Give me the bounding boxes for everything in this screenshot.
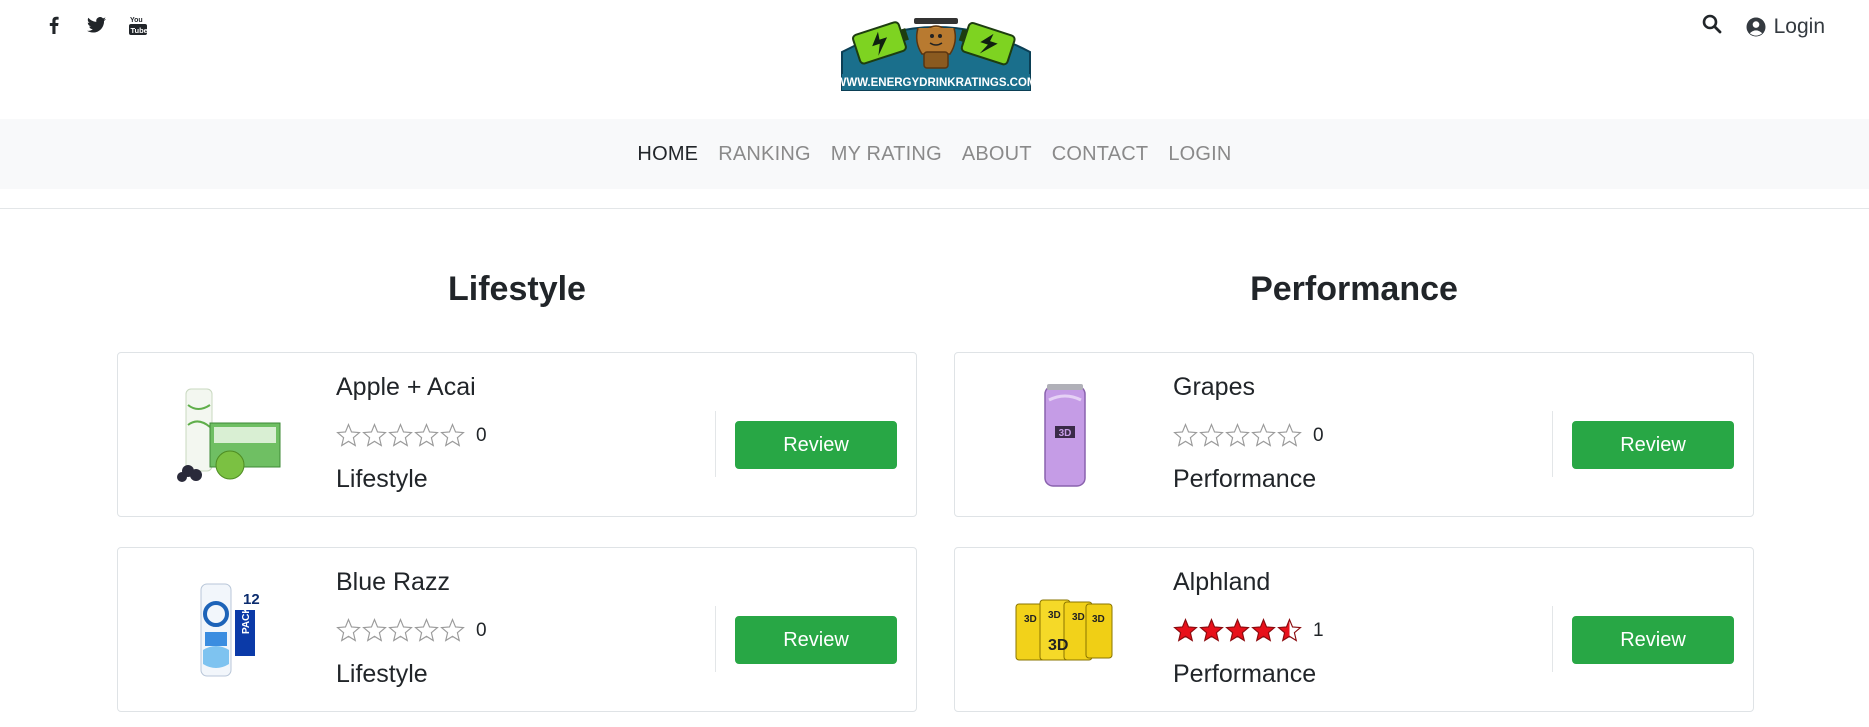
star-empty-icon[interactable] — [362, 618, 387, 643]
product-name[interactable]: Blue Razz — [336, 568, 450, 597]
card-separator — [715, 411, 716, 477]
card-separator — [1552, 411, 1553, 477]
star-empty-icon[interactable] — [362, 423, 387, 448]
product-name[interactable]: Grapes — [1173, 373, 1255, 402]
star-empty-icon[interactable] — [388, 423, 413, 448]
rating-stars[interactable]: 0 — [1173, 423, 1324, 448]
rating-stars[interactable]: 0 — [336, 423, 487, 448]
svg-text:12: 12 — [243, 591, 260, 608]
header-tools: Login — [1702, 14, 1825, 39]
product-name[interactable]: Alphland — [1173, 568, 1270, 597]
product-category: Performance — [1173, 465, 1317, 493]
column-title-performance: Performance — [1250, 270, 1458, 308]
nav-item-my-rating[interactable]: MY RATING — [831, 143, 942, 166]
star-empty-icon[interactable] — [440, 618, 465, 643]
logo-text: WWW.ENERGYDRINKRATINGS.COM — [840, 77, 1032, 89]
product-card: Apple + Acai 0 Lifestyle Review — [117, 352, 917, 517]
star-empty-icon[interactable] — [414, 618, 439, 643]
top-bar: You Tube WWW.ENERGYDRINKRATINGS.COM Logi… — [0, 0, 1869, 119]
divider — [0, 208, 1869, 209]
product-image-blue-razz[interactable]: 12 PACK — [158, 570, 298, 690]
star-empty-icon[interactable] — [440, 423, 465, 448]
product-image-grapes[interactable]: 3D — [995, 375, 1135, 495]
rating-count: 0 — [476, 424, 487, 446]
product-card: 12 PACK Blue Razz 0 Lifestyle Review — [117, 547, 917, 712]
svg-text:3D: 3D — [1072, 612, 1085, 623]
youtube-icon[interactable]: You Tube — [128, 14, 148, 36]
svg-text:PACK: PACK — [241, 606, 252, 634]
search-icon[interactable] — [1702, 14, 1722, 39]
product-name[interactable]: Apple + Acai — [336, 373, 476, 402]
product-image-alphland[interactable]: 3D 3D 3D 3D 3D — [995, 570, 1135, 690]
star-filled-icon[interactable] — [1199, 618, 1224, 643]
svg-text:3D: 3D — [1048, 610, 1061, 621]
star-filled-icon[interactable] — [1173, 618, 1198, 643]
site-logo[interactable]: WWW.ENERGYDRINKRATINGS.COM — [835, 12, 1037, 92]
rating-count: 1 — [1313, 619, 1324, 641]
star-empty-icon[interactable] — [1251, 423, 1276, 448]
rating-stars[interactable]: 0 — [336, 618, 487, 643]
svg-text:3D: 3D — [1092, 614, 1105, 625]
nav-item-contact[interactable]: CONTACT — [1052, 143, 1149, 166]
nav-item-home[interactable]: HOME — [637, 143, 698, 166]
star-empty-icon[interactable] — [1277, 423, 1302, 448]
rating-count: 0 — [476, 619, 487, 641]
review-button[interactable]: Review — [735, 421, 897, 469]
star-empty-icon[interactable] — [1199, 423, 1224, 448]
card-separator — [715, 606, 716, 672]
product-card: 3D Grapes 0 Performance Review — [954, 352, 1754, 517]
star-empty-icon[interactable] — [1225, 423, 1250, 448]
nav-item-login[interactable]: LOGIN — [1168, 143, 1231, 166]
star-filled-icon[interactable] — [1277, 618, 1302, 643]
user-icon — [1746, 17, 1766, 36]
review-button[interactable]: Review — [735, 616, 897, 664]
main-nav: HOME RANKING MY RATING ABOUT CONTACT LOGIN — [0, 119, 1869, 189]
star-empty-icon[interactable] — [336, 618, 361, 643]
svg-text:3D: 3D — [1048, 637, 1068, 654]
card-separator — [1552, 606, 1553, 672]
product-category: Lifestyle — [336, 465, 428, 493]
svg-text:3D: 3D — [1024, 614, 1037, 625]
svg-text:3D: 3D — [1059, 428, 1072, 439]
login-label: Login — [1773, 14, 1825, 38]
star-empty-icon[interactable] — [414, 423, 439, 448]
facebook-icon[interactable] — [44, 14, 64, 36]
svg-text:Tube: Tube — [131, 26, 148, 35]
product-category: Performance — [1173, 660, 1317, 688]
column-title-lifestyle: Lifestyle — [448, 270, 586, 308]
review-button[interactable]: Review — [1572, 616, 1734, 664]
product-image-apple-acai[interactable] — [158, 375, 298, 495]
rating-count: 0 — [1313, 424, 1324, 446]
nav-item-ranking[interactable]: RANKING — [718, 143, 811, 166]
nav-item-about[interactable]: ABOUT — [962, 143, 1032, 166]
star-empty-icon[interactable] — [336, 423, 361, 448]
review-button[interactable]: Review — [1572, 421, 1734, 469]
product-category: Lifestyle — [336, 660, 428, 688]
login-link[interactable]: Login — [1746, 15, 1825, 39]
product-card: 3D 3D 3D 3D 3D Alphland 1 Performance Re… — [954, 547, 1754, 712]
star-empty-icon[interactable] — [1173, 423, 1198, 448]
star-filled-icon[interactable] — [1225, 618, 1250, 643]
star-filled-icon[interactable] — [1251, 618, 1276, 643]
twitter-icon[interactable] — [86, 14, 106, 36]
star-empty-icon[interactable] — [388, 618, 413, 643]
rating-stars[interactable]: 1 — [1173, 618, 1324, 643]
svg-text:You: You — [130, 17, 143, 24]
social-links: You Tube — [44, 14, 148, 36]
